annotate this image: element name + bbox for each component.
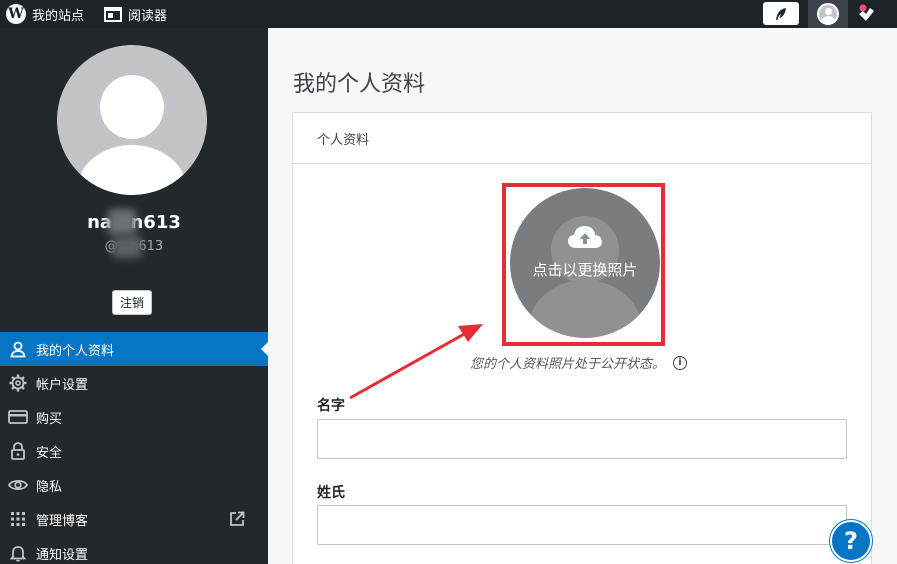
sidebar-item-manage-blogs[interactable]: 管理博客	[0, 502, 268, 536]
bell-icon	[10, 546, 26, 562]
info-icon[interactable]: i	[673, 355, 688, 370]
sidebar-item-notification-settings[interactable]: 通知设置	[0, 536, 268, 564]
reader-label: 阅读器	[128, 8, 168, 24]
last-name-field[interactable]	[317, 505, 847, 545]
sidebar-item-label: 购买	[36, 411, 63, 427]
page-title: 我的个人资料	[293, 72, 426, 97]
profile-menu-button[interactable]	[808, 0, 848, 28]
sidebar-item-security[interactable]: 安全	[0, 434, 268, 468]
redaction-blur	[108, 209, 136, 235]
sidebar-item-label: 帐户设置	[36, 377, 89, 393]
logout-button[interactable]: 注销	[112, 290, 152, 315]
lock-icon	[11, 442, 25, 460]
redaction-blur	[112, 236, 142, 258]
sidebar-item-label: 安全	[36, 445, 63, 461]
card-title: 个人资料	[293, 113, 871, 164]
wordpress-logo-icon: W	[6, 4, 26, 24]
top-bar: W 我的站点 阅读器	[0, 0, 897, 28]
change-photo-button[interactable]: 点击以更换照片	[510, 188, 660, 338]
notifications-icon	[859, 4, 874, 21]
sidebar-nav: 我的个人资料 帐户设置 购买 安全 隐私 管理博客 通知设置	[0, 332, 268, 564]
last-name-label: 姓氏	[317, 485, 345, 501]
photo-public-hint: 您的个人资料照片处于公开状态。 i	[470, 353, 688, 372]
credit-card-icon	[8, 410, 28, 424]
upload-cloud-icon	[568, 226, 602, 248]
eye-icon	[8, 479, 28, 491]
write-icon	[776, 7, 786, 20]
grid-icon	[11, 512, 25, 526]
sidebar-avatar[interactable]	[57, 45, 207, 195]
gear-icon	[9, 374, 27, 392]
person-icon	[10, 341, 26, 358]
sidebar-item-account-settings[interactable]: 帐户设置	[0, 366, 268, 400]
first-name-label: 名字	[317, 398, 345, 414]
sidebar: na an613 @n n613 注销 我的个人资料	[0, 28, 268, 564]
my-site-label: 我的站点	[32, 8, 85, 24]
reader-icon	[104, 6, 122, 22]
change-photo-label: 点击以更换照片	[532, 261, 638, 279]
avatar-icon	[817, 3, 839, 25]
write-button[interactable]	[763, 2, 799, 25]
notifications-button[interactable]	[852, 0, 880, 28]
my-site-link[interactable]: W 我的站点	[6, 0, 84, 28]
sidebar-item-label: 隐私	[36, 479, 63, 495]
sidebar-item-label: 通知设置	[36, 547, 89, 563]
photo-hint-text: 您的个人资料照片处于公开状态。	[470, 357, 666, 372]
help-button[interactable]: ?	[830, 520, 872, 562]
reader-link[interactable]: 阅读器	[104, 0, 167, 28]
sidebar-item-label: 我的个人资料	[36, 343, 115, 359]
sidebar-item-profile[interactable]: 我的个人资料	[0, 332, 268, 366]
photo-highlight-box: 点击以更换照片	[502, 183, 665, 346]
first-name-field[interactable]	[317, 419, 847, 459]
sidebar-item-purchases[interactable]: 购买	[0, 400, 268, 434]
sidebar-item-label: 管理博客	[36, 513, 89, 529]
sidebar-item-privacy[interactable]: 隐私	[0, 468, 268, 502]
external-link-icon	[230, 511, 245, 526]
